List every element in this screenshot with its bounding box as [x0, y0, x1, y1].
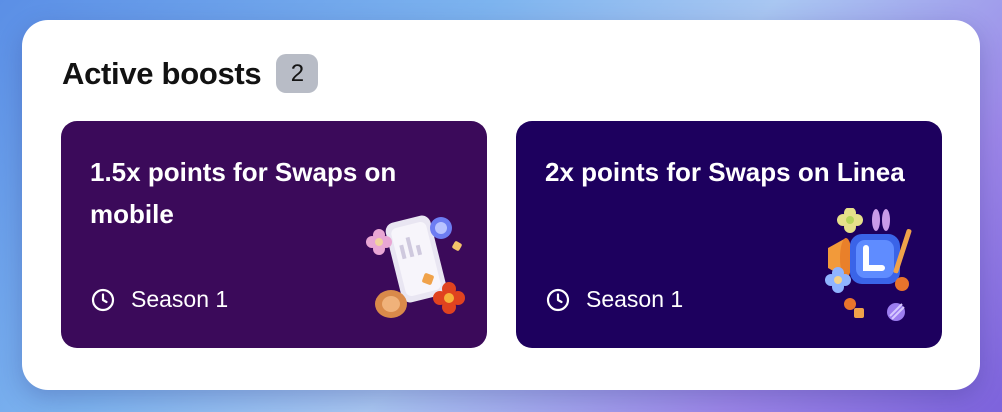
boost-card-mobile-swaps[interactable]: 1.5x points for Swaps on mobile Season 1 — [61, 121, 487, 348]
section-header: Active boosts 2 — [62, 54, 319, 93]
clock-icon — [91, 288, 115, 311]
linea-swap-illustration — [825, 208, 912, 321]
season-label: Season 1 — [586, 286, 684, 312]
boost-card-linea-swaps[interactable]: 2x points for Swaps on Linea Season 1 — [516, 121, 942, 348]
season-label: Season 1 — [131, 286, 229, 312]
section-title: Active boosts — [62, 55, 262, 91]
clock-icon — [546, 288, 570, 311]
phone-swap-illustration — [366, 215, 465, 318]
boost-season: Season 1 — [546, 286, 683, 313]
active-boosts-panel: Active boosts 2 1.5x points for Swaps on… — [22, 20, 980, 390]
boost-title: 2x points for Swaps on Linea — [545, 157, 905, 187]
boost-season: Season 1 — [91, 286, 228, 313]
boost-count-badge: 2 — [276, 54, 319, 93]
